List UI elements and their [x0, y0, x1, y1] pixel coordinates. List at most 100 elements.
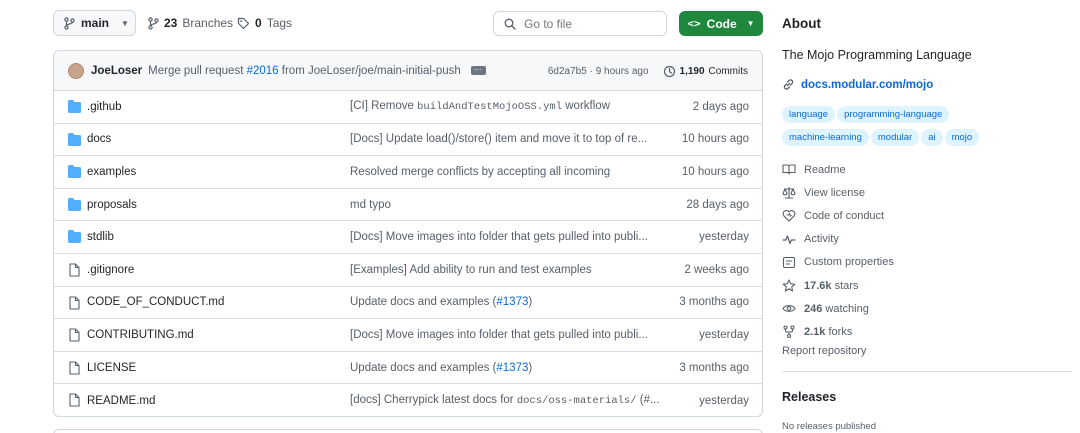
file-commit-date: 10 hours ago: [681, 165, 749, 178]
topic-tag[interactable]: machine-learning: [782, 129, 869, 146]
chevron-down-icon: ▼: [746, 19, 755, 28]
file-commit-message[interactable]: [Docs] Move images into folder that gets…: [350, 329, 660, 341]
folder-icon: [68, 132, 81, 146]
tags-label: Tags: [266, 16, 293, 30]
file-commit-message[interactable]: Resolved merge conflicts by accepting al…: [350, 166, 660, 178]
code-button-label: Code: [706, 16, 737, 31]
commit-author[interactable]: JoeLoser: [91, 65, 142, 77]
file-icon: [69, 393, 80, 407]
code-snippet: buildAndTestMojoOSS.yml: [417, 101, 563, 114]
eye-icon: [782, 302, 796, 315]
commit-hash[interactable]: 6d2a7b5: [548, 66, 587, 77]
file-commit-message[interactable]: [Docs] Move images into folder that gets…: [350, 231, 660, 243]
commit-separator: ·: [589, 65, 593, 77]
file-row[interactable]: README.md [docs] Cherrypick latest docs f…: [54, 384, 762, 416]
file-name[interactable]: README.md: [87, 395, 155, 407]
file-name[interactable]: stdlib: [87, 231, 114, 243]
topic-tag[interactable]: ai: [921, 129, 943, 146]
file-commit-message[interactable]: [Examples] Add ability to run and test e…: [350, 264, 660, 276]
file-name[interactable]: .github: [87, 101, 122, 113]
sidebar-link-view-license[interactable]: View license: [782, 181, 894, 204]
sidebar-link-custom-properties[interactable]: Custom properties: [782, 251, 894, 274]
code-snippet: docs/oss-materials/: [516, 395, 637, 408]
branch-selector[interactable]: main ▼: [53, 10, 136, 36]
code-button[interactable]: <> Code ▼: [679, 11, 763, 36]
avatar[interactable]: [68, 62, 84, 79]
file-browser: JoeLoser Merge pull request #2016 from J…: [53, 50, 763, 417]
file-row[interactable]: proposals md typo 28 days ago: [54, 189, 762, 222]
homepage-link[interactable]: docs.modular.com/mojo: [782, 78, 933, 91]
commit-hash-time[interactable]: 6d2a7b5 · 9 hours ago: [548, 66, 649, 77]
sidebar-link-watching[interactable]: 246 watching: [782, 297, 894, 320]
file-commit-message[interactable]: [CI] Remove buildAndTestMojoOSS.yml work…: [350, 100, 660, 113]
file-row[interactable]: CONTRIBUTING.md [Docs] Move images into f…: [54, 319, 762, 352]
releases-heading[interactable]: Releases: [782, 390, 836, 404]
file-name[interactable]: CONTRIBUTING.md: [87, 329, 194, 341]
about-heading: About: [782, 16, 821, 31]
file-row[interactable]: docs [Docs] Update load()/store() item an…: [54, 124, 762, 157]
file-name[interactable]: docs: [87, 133, 111, 145]
file-row[interactable]: .gitignore [Examples] Add ability to run …: [54, 254, 762, 287]
file-commit-message[interactable]: [Docs] Update load()/store() item and mo…: [350, 133, 660, 145]
file-commit-date: 3 months ago: [679, 296, 749, 309]
file-name[interactable]: LICENSE: [87, 362, 136, 374]
folder-icon: [68, 100, 81, 113]
branches-link[interactable]: 23 Branches: [148, 10, 233, 36]
commits-count: 1,190: [679, 65, 705, 77]
sidebar-link-label: watching: [825, 302, 869, 315]
topic-tag[interactable]: mojo: [944, 129, 980, 146]
file-row[interactable]: .github [CI] Remove buildAndTestMojoOSS.y…: [54, 91, 762, 124]
topic-tag[interactable]: programming-language: [837, 106, 950, 123]
commit-message[interactable]: Merge pull request #2016 from JoeLoser/j…: [148, 65, 461, 77]
homepage-url[interactable]: docs.modular.com/mojo: [801, 79, 933, 91]
file-row[interactable]: LICENSE Update docs and examples (#1373) 3…: [54, 352, 762, 385]
link-icon: [783, 79, 794, 90]
pulse-icon: [782, 233, 796, 246]
expand-commit-icon[interactable]: [470, 63, 486, 75]
commit-pr-link[interactable]: #2016: [247, 65, 279, 77]
file-commit-message[interactable]: [docs] Cherrypick latest docs for docs/o…: [350, 394, 660, 407]
file-name[interactable]: CODE_OF_CONDUCT.md: [87, 296, 224, 308]
tags-link[interactable]: 0 Tags: [237, 10, 292, 36]
go-to-file-box[interactable]: [493, 11, 667, 36]
book-icon: [782, 163, 796, 176]
branch-name: main: [81, 16, 110, 30]
note-icon: [782, 256, 796, 269]
file-row[interactable]: CODE_OF_CONDUCT.md Update docs and exampl…: [54, 287, 762, 320]
sidebar-link-readme[interactable]: Readme: [782, 158, 894, 181]
repo-meta-links: Readme View license Code of conduct Activit…: [782, 158, 894, 344]
file-list: .github [CI] Remove buildAndTestMojoOSS.y…: [54, 91, 762, 416]
star-icon: [782, 279, 796, 292]
sidebar-link-count: 246: [804, 302, 823, 315]
pr-link[interactable]: #1373: [496, 296, 528, 308]
heart-icon: [782, 209, 796, 223]
pr-link[interactable]: #1373: [496, 362, 528, 374]
go-to-file-input[interactable]: [524, 16, 654, 31]
folder-icon: [68, 165, 81, 179]
file-commit-date: yesterday: [699, 394, 749, 407]
file-commit-message[interactable]: Update docs and examples (#1373): [350, 296, 660, 308]
file-commit-message[interactable]: Update docs and examples (#1373): [350, 362, 660, 374]
commits-history-link[interactable]: 1,190 Commits: [663, 65, 748, 78]
file-name[interactable]: proposals: [87, 199, 137, 211]
file-commit-message[interactable]: md typo: [350, 199, 660, 211]
sidebar-link-forks[interactable]: 2.1k forks: [782, 320, 894, 343]
commit-meta: 6d2a7b5 · 9 hours ago 1,190 Commits: [548, 51, 748, 91]
file-name[interactable]: examples: [87, 166, 136, 178]
commit-time: 9 hours ago: [595, 65, 649, 77]
topic-tag[interactable]: modular: [870, 129, 920, 146]
file-icon: [69, 296, 80, 310]
file-row[interactable]: examples Resolved merge conflicts by acce…: [54, 156, 762, 189]
branches-count: 23: [164, 16, 178, 30]
repo-toolbar: main ▼ 23 Branches 0 Tags <> Code ▼: [53, 10, 763, 36]
topic-tag[interactable]: language: [782, 106, 836, 123]
file-name[interactable]: .gitignore: [87, 264, 134, 276]
report-repository-link[interactable]: Report repository: [782, 345, 866, 357]
sidebar-link-stars[interactable]: 17.6k stars: [782, 274, 894, 297]
file-commit-date: yesterday: [699, 328, 749, 341]
sidebar-link-activity[interactable]: Activity: [782, 228, 894, 251]
sidebar-link-code-of-conduct[interactable]: Code of conduct: [782, 204, 894, 227]
file-row[interactable]: stdlib [Docs] Move images into folder tha…: [54, 221, 762, 254]
tags-count: 0: [255, 16, 262, 30]
git-branch-icon: [64, 16, 75, 30]
